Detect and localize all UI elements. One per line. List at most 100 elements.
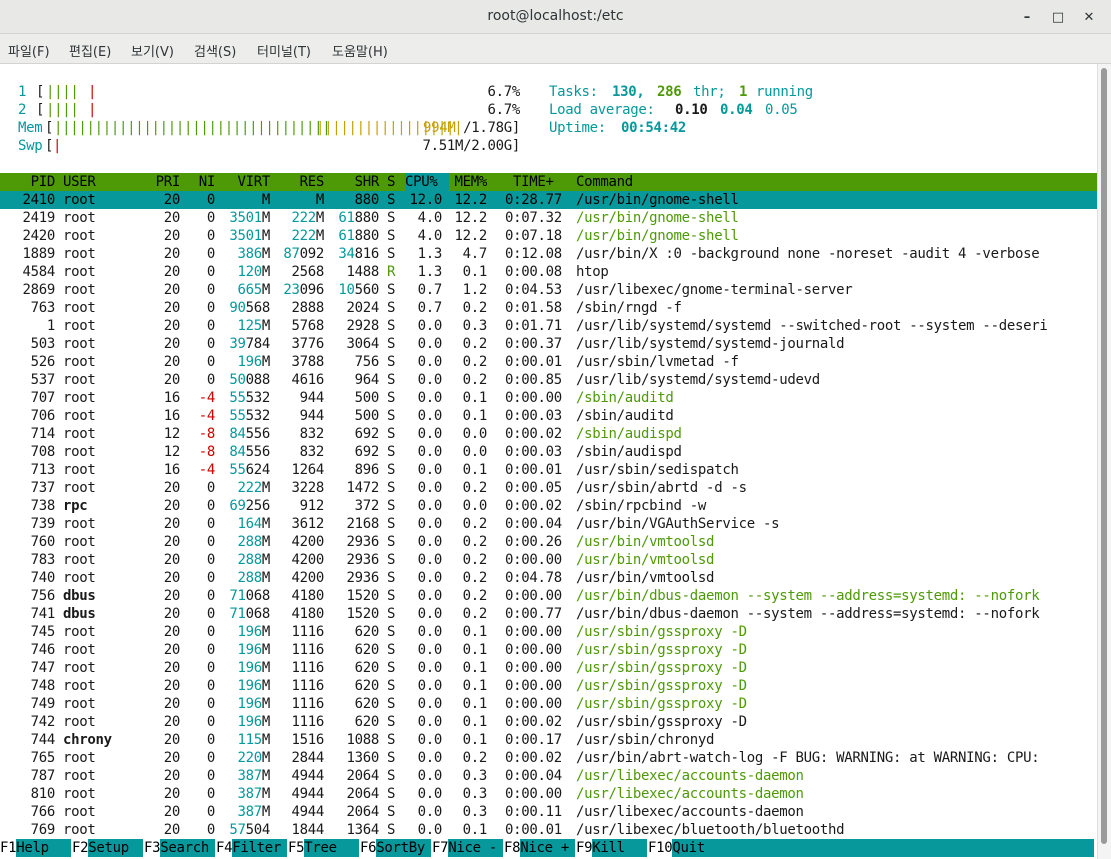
cell-time: 0:00.02: [505, 714, 562, 730]
fkey-help[interactable]: F1Help: [0, 839, 72, 857]
menu-edit[interactable]: 편집(E): [69, 41, 111, 60]
cell-command: /usr/bin/vmtoolsd: [576, 552, 715, 568]
cell-pid: 766: [30, 804, 56, 820]
menu-terminal[interactable]: 터미널(T): [257, 41, 311, 60]
cell-pid: 756: [30, 588, 56, 604]
cell-time: 0:00.04: [505, 516, 562, 532]
cell-mem: 0.1: [462, 732, 488, 748]
cell-mem: 0.1: [462, 714, 488, 730]
minimize-icon[interactable]: –: [1016, 6, 1038, 28]
cell-command: /usr/libexec/bluetooth/bluetoothd: [576, 822, 845, 838]
cell-pid: 765: [30, 750, 56, 766]
cell-command: htop: [576, 264, 609, 280]
cell-pid: 787: [30, 768, 56, 784]
load-label: Load average:: [549, 102, 655, 118]
cell-pid: 1889: [22, 246, 55, 262]
cell-pid: 748: [30, 678, 56, 694]
cell-pid: 526: [30, 354, 56, 370]
load-5min: 0.04: [720, 102, 753, 118]
cell-mem: 0.1: [462, 264, 488, 280]
close-icon[interactable]: ✕: [1078, 6, 1100, 28]
cell-mem: 0.0: [462, 498, 488, 514]
tasks-label: Tasks:: [549, 84, 598, 100]
fkey-setup[interactable]: F2Setup: [72, 839, 144, 857]
column-header-shr[interactable]: SHR: [259, 173, 380, 191]
threads-label: thr;: [693, 84, 726, 100]
column-header-mem[interactable]: MEM%: [367, 173, 487, 191]
cell-mem: 1.2: [462, 282, 488, 298]
cell-time: 0:00.26: [505, 534, 562, 550]
cell-pid: 810: [30, 786, 56, 802]
cell-time: 0:00.00: [505, 642, 562, 658]
scrollbar[interactable]: [1097, 64, 1111, 859]
load-1min: 0.10: [675, 102, 708, 118]
cell-mem: 12.2: [454, 192, 487, 208]
cell-command: /usr/bin/vmtoolsd: [576, 534, 715, 550]
menu-search[interactable]: 검색(S): [194, 41, 236, 60]
cell-time: 0:00.03: [505, 444, 562, 460]
cell-command: /usr/lib/systemd/systemd-udevd: [576, 372, 820, 388]
cpu1-bars: ||||: [46, 84, 79, 100]
fkey-filter[interactable]: F4Filter: [216, 839, 288, 857]
cell-pid: 739: [30, 516, 56, 532]
cell-mem: 0.2: [462, 552, 488, 568]
cell-time: 0:00.85: [505, 372, 562, 388]
cpu2-bars: ||||: [46, 102, 79, 118]
fkey-kill[interactable]: F9Kill: [576, 839, 648, 857]
cell-pid: 503: [30, 336, 56, 352]
uptime-stat: Uptime: 00:54:42: [0, 119, 686, 137]
window-titlebar[interactable]: root@localhost:/etc – □ ✕: [0, 0, 1111, 34]
cell-pid: 2869: [22, 282, 55, 298]
scrollbar-thumb[interactable]: [1101, 68, 1107, 844]
menu-view[interactable]: 보기(V): [131, 41, 174, 60]
terminal-area[interactable]: 1 [ |||| | 6.7% 2 [ |||| | 6.7% Mem [ ||…: [0, 64, 1097, 859]
cell-time: 0:00.17: [505, 732, 562, 748]
cell-time: 0:00.03: [505, 408, 562, 424]
fkey-label: Search: [160, 839, 216, 857]
cell-pid: 706: [30, 408, 56, 424]
fkey-key: F10: [648, 840, 673, 856]
cpu2-bar-kernel: |: [88, 102, 97, 118]
fkey-nice[interactable]: F8Nice +: [504, 839, 576, 857]
cell-pid: 737: [30, 480, 56, 496]
table-row[interactable]: 2410 root 20 0 3501M 222M 61880 S 12.0 12.2 0:28.7…: [0, 191, 1097, 209]
mem-value: /1.78G]: [440, 119, 520, 137]
cell-command: /usr/libexec/gnome-terminal-server: [576, 282, 853, 298]
cell-pid: 2420: [22, 228, 55, 244]
cell-time: 0:00.00: [505, 786, 562, 802]
cell-pid: 4584: [22, 264, 55, 280]
cell-time: 0:04.53: [505, 282, 562, 298]
fkey-search[interactable]: F3Search: [144, 839, 216, 857]
cell-command: /usr/bin/gnome-shell: [576, 192, 739, 208]
fkey-nice[interactable]: F7Nice -: [432, 839, 504, 857]
tasks-stat: Tasks: 130, 286 thr; 1 running: [0, 83, 813, 101]
uptime-label: Uptime:: [549, 120, 606, 136]
cell-mem: 12.2: [454, 228, 487, 244]
cell-command: /sbin/audispd: [576, 444, 682, 460]
fkey-tree[interactable]: F5Tree: [288, 839, 360, 857]
cell-command: /usr/sbin/gssproxy -D: [576, 714, 747, 730]
cell-pid: 783: [30, 552, 56, 568]
cell-time: 0:00.00: [505, 678, 562, 694]
maximize-icon[interactable]: □: [1047, 6, 1069, 28]
cell-mem: 0.0: [462, 444, 488, 460]
column-header-time[interactable]: TIME+: [513, 173, 554, 191]
fkey-label: Setup: [88, 839, 144, 857]
cell-mem: 0.2: [462, 480, 488, 496]
cell-time: 0:00.00: [505, 390, 562, 406]
fkey-sortby[interactable]: F6SortBy: [360, 839, 432, 857]
cell-time: 0:00.37: [505, 336, 562, 352]
cell-time: 0:00.77: [505, 606, 562, 622]
fkey-key: F4: [216, 840, 233, 856]
column-header-pid[interactable]: PID: [0, 173, 56, 191]
column-header-command[interactable]: Command: [576, 173, 633, 191]
menu-file[interactable]: 파일(F): [8, 41, 50, 60]
cell-command: /usr/lib/systemd/systemd --switched-root…: [576, 318, 1048, 334]
tasks-count: 130,: [612, 84, 645, 100]
cell-pid: 760: [30, 534, 56, 550]
fkey-quit[interactable]: F10Quit: [648, 839, 1095, 857]
cell-command: /usr/bin/abrt-watch-log -F BUG: WARNING:…: [576, 750, 1040, 766]
cell-command: /usr/sbin/gssproxy -D: [576, 624, 747, 640]
threads-count: 286: [657, 84, 682, 100]
menu-help[interactable]: 도움말(H): [332, 41, 388, 60]
